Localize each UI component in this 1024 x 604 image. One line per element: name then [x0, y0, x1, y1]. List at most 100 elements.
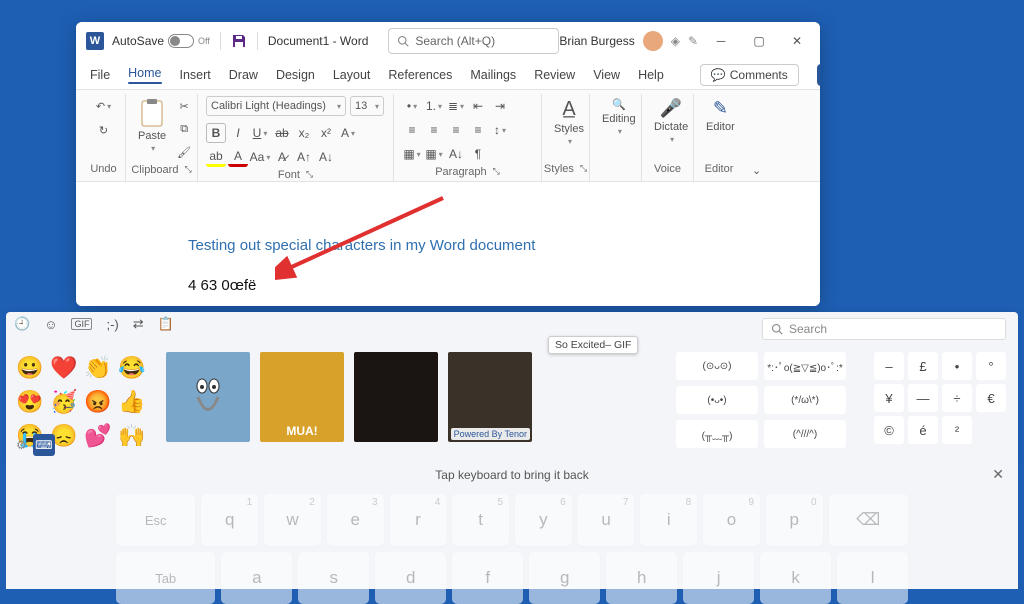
panel-search-input[interactable]: Search	[762, 318, 1006, 340]
dialog-launcher-icon[interactable]: ⤡	[493, 166, 500, 178]
key-g[interactable]: g	[529, 552, 600, 604]
kaomoji-item[interactable]: (^///^)	[764, 420, 846, 448]
tab-draw[interactable]: Draw	[229, 68, 258, 82]
decrease-indent-button[interactable]: ⇤	[468, 96, 488, 116]
document-canvas[interactable]: Testing out special characters in my Wor…	[76, 182, 820, 306]
font-color-button[interactable]: A	[228, 147, 248, 167]
kaomoji-item[interactable]: *:･ﾟo(≧▽≦)o･ﾟ:*	[764, 352, 846, 380]
key-u[interactable]: 7u	[578, 494, 635, 546]
highlight-button[interactable]: ab	[206, 147, 226, 167]
styles-button[interactable]: A̲Styles▾	[550, 96, 588, 148]
key-j[interactable]: j	[683, 552, 754, 604]
symbol-item[interactable]: €	[976, 384, 1006, 412]
bold-button[interactable]: B	[206, 123, 226, 143]
font-size-select[interactable]: 13▾	[350, 96, 384, 116]
tab-insert[interactable]: Insert	[180, 68, 211, 82]
key-k[interactable]: k	[760, 552, 831, 604]
symbol-item[interactable]: –	[874, 352, 904, 380]
key-p[interactable]: 0p	[766, 494, 823, 546]
tab-help[interactable]: Help	[638, 68, 664, 82]
key-e[interactable]: 3e	[327, 494, 384, 546]
emoji-item[interactable]: 👍	[116, 386, 148, 418]
line-spacing-button[interactable]: ↕▾	[490, 120, 510, 140]
save-icon[interactable]	[231, 33, 247, 49]
symbol-item[interactable]: ÷	[942, 384, 972, 412]
document-body[interactable]: 4 63 0œfë	[188, 277, 256, 294]
symbol-item[interactable]: £	[908, 352, 938, 380]
maximize-button[interactable]: ▢	[744, 26, 774, 56]
emoji-item[interactable]: 🙌	[116, 420, 148, 452]
kaomoji-item[interactable]: (⊙ᴗ⊙)	[676, 352, 758, 380]
gif-item-applause[interactable]	[354, 352, 438, 442]
comments-button[interactable]: 💬 Comments	[700, 64, 799, 86]
emoji-item[interactable]: ❤️	[48, 352, 80, 384]
sort-button[interactable]: A↓	[446, 144, 466, 164]
recent-tab[interactable]: 🕘	[14, 316, 30, 332]
symbol-item[interactable]: ²	[942, 416, 972, 444]
tab-file[interactable]: File	[90, 68, 110, 82]
shrink-font-button[interactable]: A↓	[316, 147, 336, 167]
emoji-item[interactable]: 😡	[82, 386, 114, 418]
align-left-button[interactable]: ≡	[402, 120, 422, 140]
symbol-item[interactable]: ©	[874, 416, 904, 444]
symbol-item[interactable]: °	[976, 352, 1006, 380]
keyboard-toggle-button[interactable]: ⌨	[33, 434, 55, 456]
tab-view[interactable]: View	[593, 68, 620, 82]
close-button[interactable]: ✕	[782, 26, 812, 56]
kaomoji-item[interactable]: (*/ω\*)	[764, 386, 846, 414]
key-w[interactable]: 2w	[264, 494, 321, 546]
dialog-launcher-icon[interactable]: ⤡	[184, 164, 191, 176]
emoji-tab[interactable]: ☺	[44, 317, 57, 332]
autosave-toggle[interactable]: AutoSave Off	[112, 34, 210, 48]
document-heading[interactable]: Testing out special characters in my Wor…	[188, 237, 535, 254]
user-name[interactable]: Brian Burgess	[559, 34, 634, 48]
tab-design[interactable]: Design	[276, 68, 315, 82]
increase-indent-button[interactable]: ⇥	[490, 96, 510, 116]
emoji-item[interactable]: 🥳	[48, 386, 80, 418]
font-name-select[interactable]: Calibri Light (Headings)▾	[206, 96, 346, 116]
bullets-button[interactable]: •▾	[402, 96, 422, 116]
title-search-input[interactable]: Search (Alt+Q)	[388, 28, 559, 54]
tab-mailings[interactable]: Mailings	[470, 68, 516, 82]
strikethrough-button[interactable]: ab	[272, 123, 292, 143]
gif-item-minion[interactable]: MUA!	[260, 352, 344, 442]
superscript-button[interactable]: x²	[316, 123, 336, 143]
key-h[interactable]: h	[606, 552, 677, 604]
kaomoji-item[interactable]: (•ᴗ•)	[676, 386, 758, 414]
kaomoji-tab[interactable]: ;-)	[106, 317, 118, 332]
align-center-button[interactable]: ≡	[424, 120, 444, 140]
change-case-button[interactable]: Aa▾	[250, 147, 270, 167]
key-r[interactable]: 4r	[390, 494, 447, 546]
tab-layout[interactable]: Layout	[333, 68, 371, 82]
share-button[interactable]: �lock Share	[817, 64, 820, 86]
emoji-item[interactable]: 😍	[14, 386, 46, 418]
emoji-item[interactable]: 💕	[82, 420, 114, 452]
format-painter-button[interactable]: 🖌	[174, 142, 194, 162]
multilevel-list-button[interactable]: ≣▾	[446, 96, 466, 116]
tab-review[interactable]: Review	[534, 68, 575, 82]
key-o[interactable]: 9o	[703, 494, 760, 546]
gif-tab[interactable]: GIF	[71, 318, 92, 330]
subscript-button[interactable]: x₂	[294, 123, 314, 143]
text-effects-button[interactable]: A▾	[338, 123, 358, 143]
key-esc[interactable]: Esc	[116, 494, 195, 546]
editor-button[interactable]: ✎Editor	[702, 96, 739, 135]
key-f[interactable]: f	[452, 552, 523, 604]
symbol-item[interactable]: •	[942, 352, 972, 380]
key-d[interactable]: d	[375, 552, 446, 604]
paste-button[interactable]: Paste ▾	[134, 96, 170, 155]
symbol-item[interactable]: é	[908, 416, 938, 444]
keyboard-close-button[interactable]: ✕	[992, 466, 1004, 483]
align-right-button[interactable]: ≡	[446, 120, 466, 140]
italic-button[interactable]: I	[228, 123, 248, 143]
underline-button[interactable]: U▾	[250, 123, 270, 143]
shading-button[interactable]: ▦▾	[402, 144, 422, 164]
justify-button[interactable]: ≡	[468, 120, 488, 140]
emoji-item[interactable]: 😀	[14, 352, 46, 384]
numbering-button[interactable]: 1.▾	[424, 96, 444, 116]
cut-button[interactable]: ✂	[174, 96, 194, 116]
grow-font-button[interactable]: A↑	[294, 147, 314, 167]
key-t[interactable]: 5t	[452, 494, 509, 546]
editing-button[interactable]: 🔍Editing▾	[598, 96, 640, 138]
key-tab[interactable]: Tab	[116, 552, 215, 604]
